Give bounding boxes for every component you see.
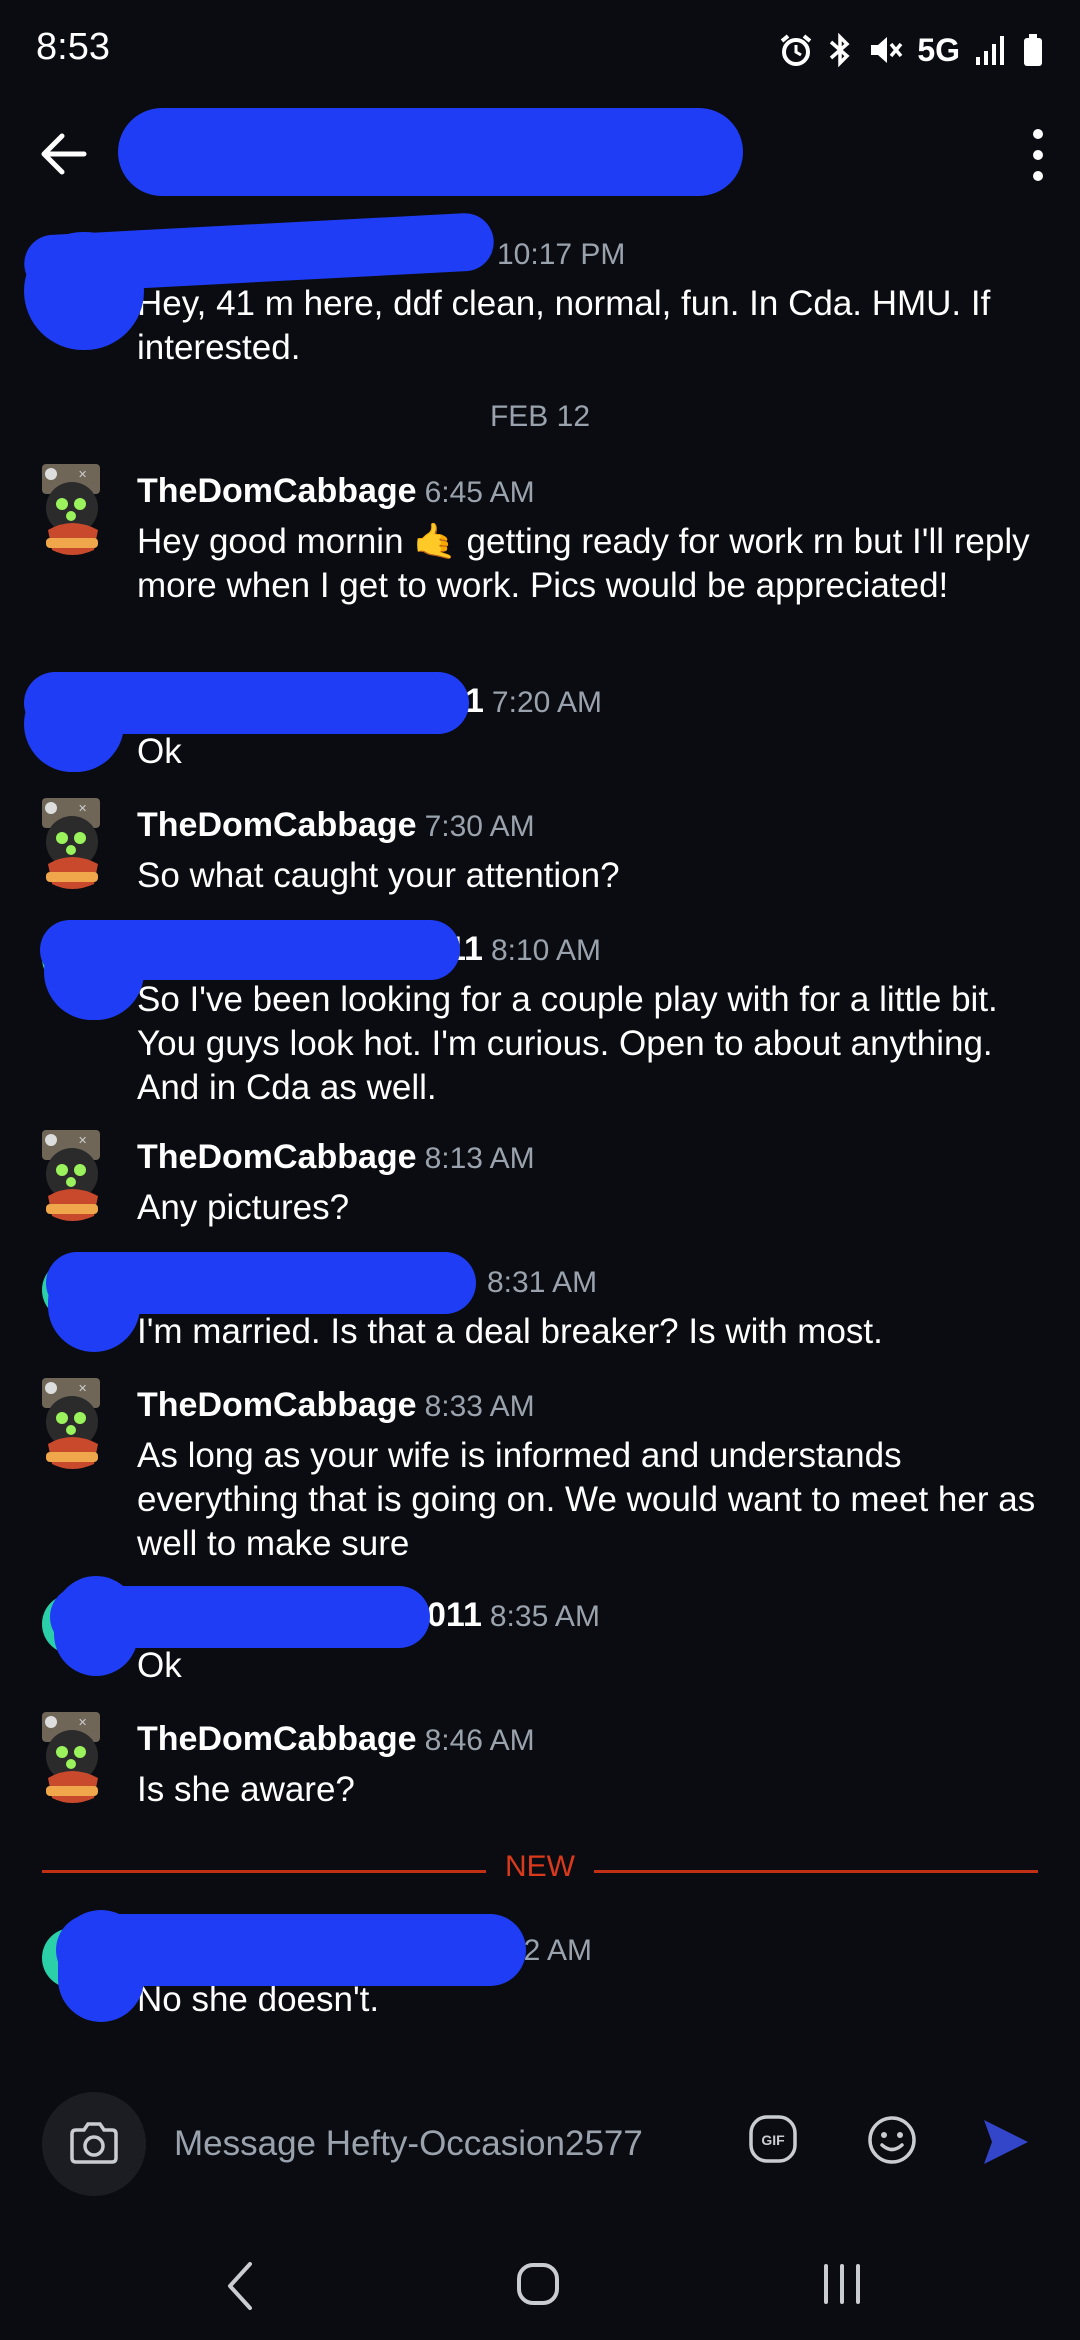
message-username[interactable]: TheDomCabbage [137,1386,417,1424]
message-timestamp: 8:33 AM [424,1390,535,1423]
redaction-scribble [24,232,144,350]
message-header: TheDomCabbage 7:30 AM [137,806,535,845]
message-body: So I've been looking for a couple play w… [137,980,998,1107]
message-timestamp: 8:31 AM [487,1266,598,1299]
message-body: As long as your wife is informed and und… [137,1436,1036,1563]
new-label: NEW [505,1850,575,1883]
back-arrow-icon[interactable] [34,124,94,184]
svg-text:✕: ✕ [78,1382,87,1395]
bluetooth-icon [830,32,850,68]
status-bar: 8:53 5G [0,0,1080,100]
svg-text:✕: ✕ [78,468,87,481]
app-header: 1 [0,100,1080,200]
gif-icon[interactable]: GIF [748,2114,798,2164]
redaction-scribble [24,676,124,772]
avatar[interactable]: ✕ [36,1130,108,1226]
signal-icon [976,36,1004,65]
redaction-scribble [48,1256,140,1352]
message-body: Any pictures? [137,1188,350,1227]
message-timestamp: 8:10 AM [490,934,602,967]
message-username[interactable]: TheDomCabbage [137,1138,417,1176]
camera-icon [70,2122,118,2164]
more-vertical-icon[interactable] [1018,120,1058,190]
message-body: Hey, 41 m here, ddf clean, normal, fun. … [137,284,991,367]
emoji-icon[interactable] [866,2114,918,2166]
message-timestamp: 6:45 AM [424,476,535,509]
message-body: So what caught your attention? [137,856,620,895]
redaction-scribble [54,1576,138,1676]
message-composer: GIF [0,2070,1080,2200]
message-header: TheDomCabbage 6:45 AM [137,472,535,511]
message-body: Hey good mornin 🤙 getting ready for work… [137,522,1030,605]
mute-icon [871,37,903,63]
message-username[interactable]: TheDomCabbage [137,806,417,844]
message-timestamp: 8:35 AM [489,1600,600,1633]
svg-text:✕: ✕ [78,1716,87,1729]
avatar[interactable]: ✕ [36,1712,108,1808]
message-username[interactable]: TheDomCabbage [137,1720,417,1758]
status-time: 8:53 [36,26,110,68]
alarm-icon [781,34,812,66]
redaction-scribble [118,108,743,196]
redaction-scribble [58,1910,144,2022]
status-icons: 5G [779,28,1044,72]
message-header: TheDomCabbage 8:13 AM [137,1138,535,1177]
avatar[interactable]: ✕ [36,1378,108,1474]
message-timestamp: 8:13 AM [424,1142,535,1175]
message-header: TheDomCabbage 8:33 AM [137,1386,535,1425]
message-timestamp: 8:46 AM [424,1724,535,1757]
nav-home-icon[interactable] [514,2260,562,2308]
message-body: Ok [137,1646,182,1685]
message-username[interactable]: TheDomCabbage [137,472,417,510]
message-timestamp: 7:30 AM [424,810,535,843]
system-nav-bar [0,2230,1080,2340]
new-messages-divider: NEW [42,1850,1038,1890]
message-timestamp: 10:17 PM [497,238,626,271]
message-username[interactable]: 011 [427,1596,482,1634]
network-label: 5G [917,31,960,68]
avatar[interactable]: ✕ [36,798,108,894]
message-input[interactable] [172,2118,736,2170]
nav-recents-icon[interactable] [818,2260,866,2308]
message-body: Is she aware? [137,1770,355,1809]
message-body: Ok [137,732,182,771]
nav-back-icon[interactable] [220,2258,260,2314]
svg-text:✕: ✕ [78,1134,87,1147]
camera-button[interactable] [42,2092,146,2196]
redaction-scribble [44,924,144,1020]
battery-icon [1024,34,1042,66]
gif-label: GIF [761,2132,785,2148]
avatar[interactable]: ✕ [36,464,108,560]
message-header: TheDomCabbage 8:46 AM [137,1720,535,1759]
date-divider: FEB 12 [489,400,591,433]
message-timestamp: 7:20 AM [491,686,602,719]
message-body: I'm married. Is that a deal breaker? Is … [137,1312,883,1351]
svg-text:✕: ✕ [78,802,87,815]
send-icon[interactable] [980,2116,1032,2168]
